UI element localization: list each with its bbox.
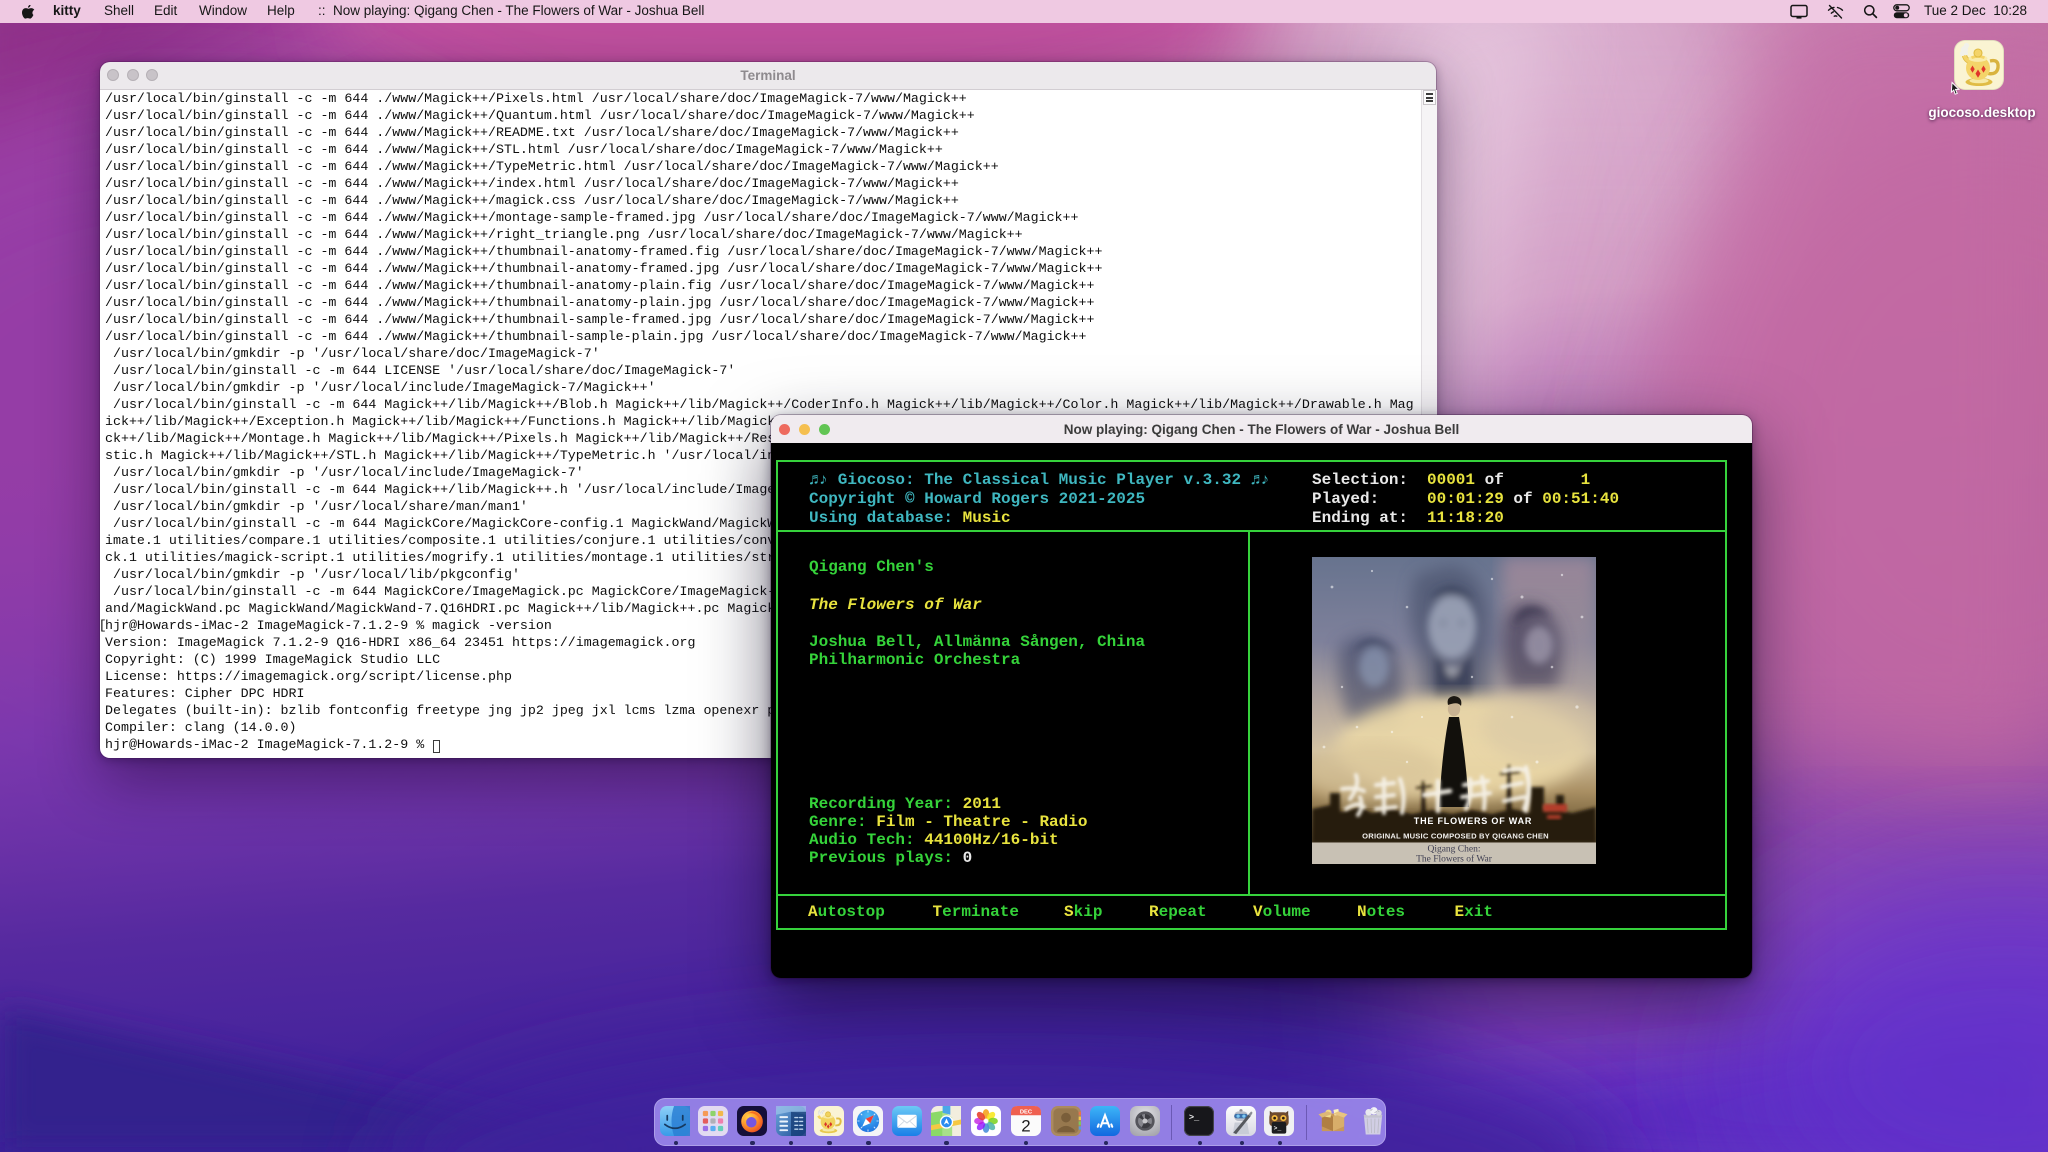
svg-text:2: 2: [1021, 1117, 1030, 1136]
svg-text:The Flowers of War: The Flowers of War: [1416, 854, 1493, 865]
svg-text:THE FLOWERS OF WAR: THE FLOWERS OF WAR: [1414, 816, 1532, 826]
svg-text:>_: >_: [1189, 1113, 1200, 1123]
svg-text:Qigang Chen:: Qigang Chen:: [1427, 845, 1480, 855]
svg-text:DEC: DEC: [1019, 1109, 1032, 1115]
svg-text:ORIGINAL MUSIC COMPOSED BY QIG: ORIGINAL MUSIC COMPOSED BY QIGANG CHEN: [1362, 832, 1549, 841]
svg-text:>_: >_: [1274, 1125, 1282, 1132]
